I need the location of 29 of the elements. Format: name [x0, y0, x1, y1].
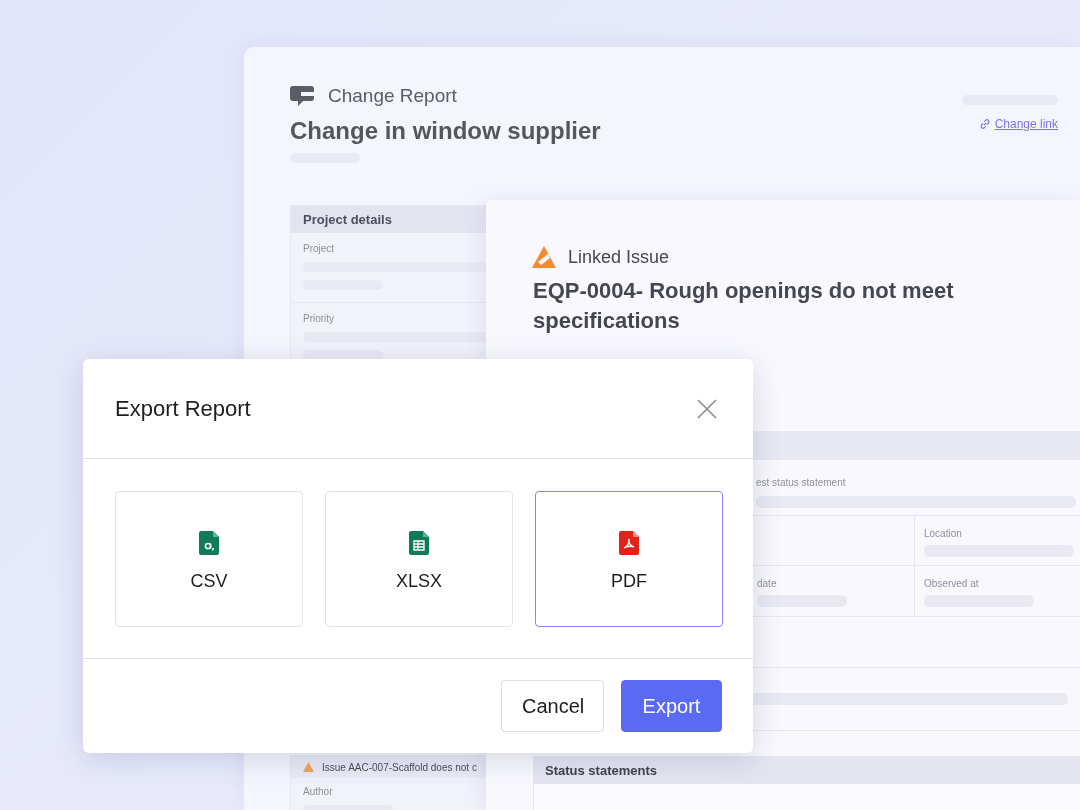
- record-type: Linked Issue: [568, 246, 670, 268]
- spreadsheet-file-icon: [409, 531, 429, 555]
- issue-title: EQP-0004- Rough openings do not meet specifications: [533, 277, 955, 335]
- dialog-title: Export Report: [115, 395, 251, 422]
- report-title: Change in window supplier: [290, 117, 601, 145]
- field-label: Observed at: [924, 578, 980, 589]
- chat-bubble-icon: [290, 86, 314, 106]
- field-label: Location: [924, 528, 963, 539]
- warning-icon: [303, 762, 314, 772]
- format-option[interactable]: CSV: [115, 491, 303, 627]
- record-type: Change Report: [328, 85, 457, 107]
- pdf-file-icon: [619, 531, 639, 555]
- format-option[interactable]: XLSX: [325, 491, 513, 627]
- field-label: est status statement: [756, 477, 847, 488]
- link-icon: [978, 118, 991, 130]
- field-label: Author: [303, 786, 334, 797]
- format-option[interactable]: PDF: [535, 491, 723, 627]
- field-label: date: [757, 578, 778, 589]
- change-link[interactable]: Change link: [978, 117, 1058, 131]
- field-label: Project: [303, 243, 336, 254]
- close-icon: [697, 398, 717, 419]
- warning-icon: [532, 246, 556, 268]
- section-header: Status statements: [533, 756, 1080, 784]
- linked-issue-row: Issue AAC-007-Scaffold does not c: [322, 761, 477, 773]
- cancel-button[interactable]: Cancel: [501, 680, 604, 732]
- close-button[interactable]: [697, 398, 717, 419]
- spreadsheet-file-icon: [199, 531, 219, 555]
- export-button[interactable]: Export: [621, 680, 722, 732]
- field-label: Priority: [303, 313, 336, 324]
